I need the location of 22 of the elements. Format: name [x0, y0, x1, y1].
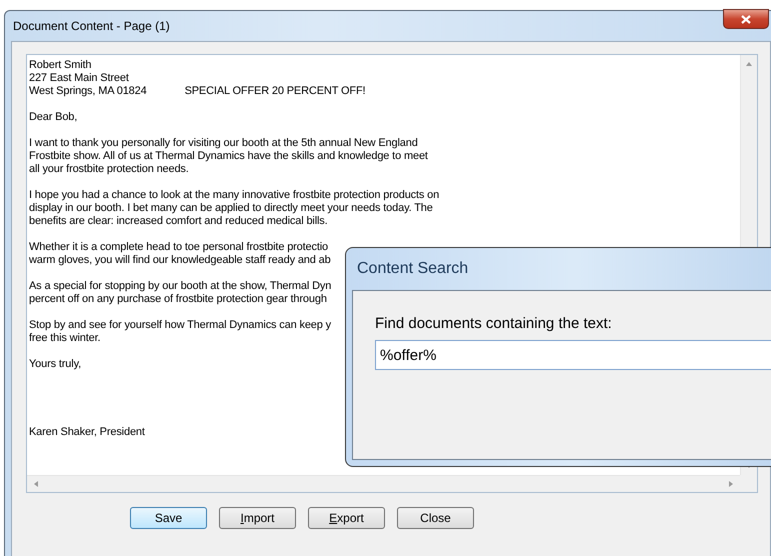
letter-line: 227 East Main Street: [29, 72, 129, 85]
search-label: Find documents containing the text:: [375, 315, 613, 332]
letter-line: free this winter.: [29, 332, 100, 345]
letter-line: West Springs, MA 01824: [29, 85, 147, 98]
letter-line: display in our booth. I bet many can be applied to directly meet your needs today. The: [29, 202, 433, 215]
letter-line: Dear Bob,: [29, 111, 78, 124]
dialog-title: Content Search: [356, 259, 470, 279]
letter-line: As a special for stopping by our booth at the show, Thermal Dyn: [29, 280, 332, 293]
letter-line: all your frostbite protection needs.: [29, 163, 189, 176]
letter-line: benefits are clear: increased comfort and reduced medical bills.: [29, 215, 328, 228]
letter-line: warm gloves, you will find our knowledgeable staff ready and ab: [29, 254, 331, 267]
letter-line: Stop by and see for yourself how Thermal Dynamics can keep y: [29, 319, 332, 332]
letter-line: Yours truly,: [29, 358, 82, 371]
window-title: Document Content - Page (1): [13, 19, 170, 33]
letter-line: I hope you had a chance to look at the many innovative frostbite protection products on: [29, 189, 440, 202]
letter-line: Frostbite show. All of us at Thermal Dynamics have the skills and knowledge to meet: [29, 150, 428, 163]
letter-line: percent off on any purchase of frostbite protection gear through: [29, 293, 327, 306]
letter-line: Robert Smith: [29, 59, 92, 72]
offer-headline: SPECIAL OFFER 20 PERCENT OFF!: [184, 85, 366, 98]
letter-line: Whether it is a complete head to toe personal frostbite protectio: [29, 241, 328, 254]
signature-line: Karen Shaker, President: [29, 426, 145, 439]
letter-line: I want to thank you personally for visiting our booth at the 5th annual New England: [29, 137, 418, 150]
